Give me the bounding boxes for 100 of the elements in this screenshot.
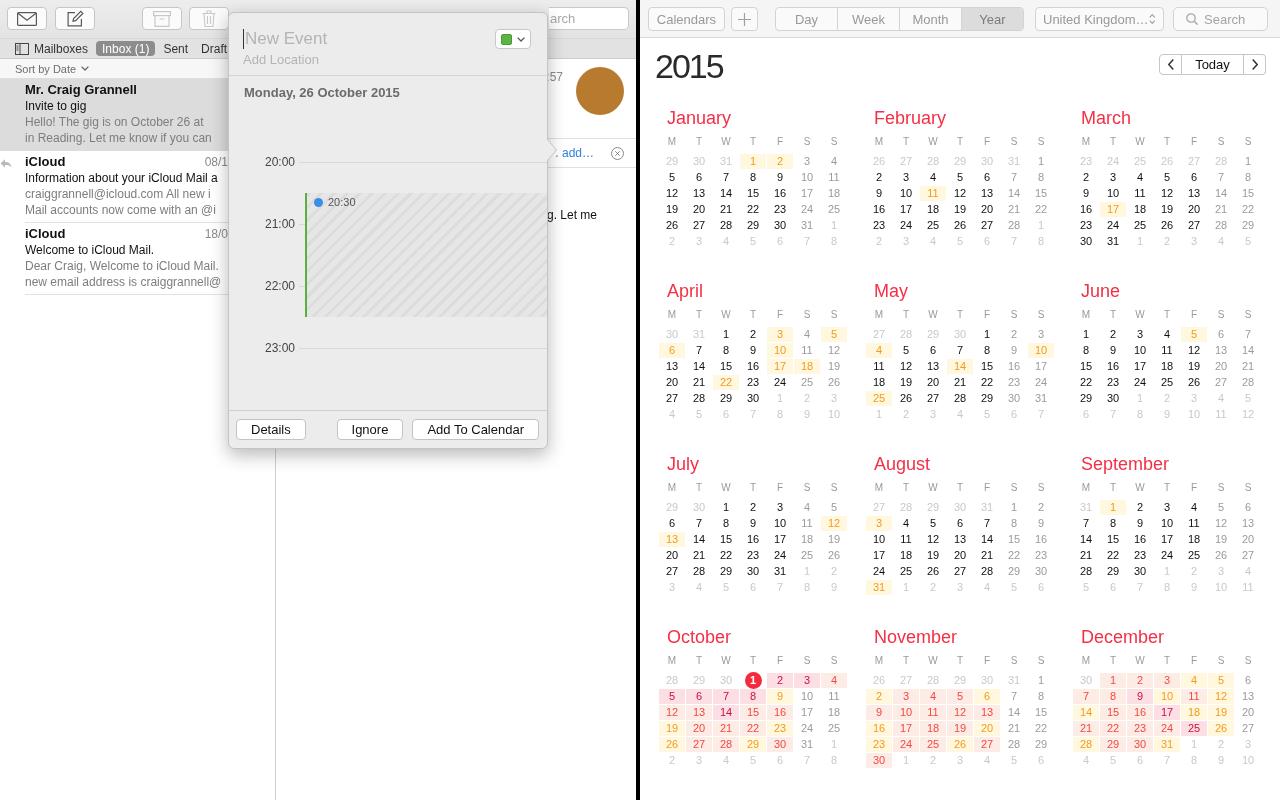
- calendar-day[interactable]: 30: [1073, 234, 1099, 249]
- calendar-day[interactable]: 5: [920, 516, 946, 531]
- calendar-day[interactable]: 25: [1127, 218, 1153, 233]
- calendar-day[interactable]: 10: [1028, 343, 1054, 358]
- calendar-day[interactable]: 6: [1235, 500, 1261, 515]
- mailbox-button[interactable]: Inbox (1): [96, 41, 156, 56]
- calendar-day[interactable]: 31: [767, 564, 793, 579]
- calendar-day[interactable]: 29: [1235, 218, 1261, 233]
- calendar-day[interactable]: 2: [1127, 500, 1153, 515]
- calendar-day[interactable]: 16: [740, 359, 766, 374]
- calendar-day[interactable]: 1: [713, 500, 739, 515]
- region-popup[interactable]: United Kingdom…: [1035, 7, 1164, 31]
- calendar-day[interactable]: 18: [821, 186, 847, 201]
- calendar-day[interactable]: 1: [1028, 673, 1054, 688]
- calendar-day[interactable]: 18: [794, 359, 820, 374]
- calendar-day[interactable]: 20: [1235, 705, 1261, 720]
- calendar-day[interactable]: 14: [713, 186, 739, 201]
- calendar-day[interactable]: 17: [1028, 359, 1054, 374]
- calendar-day[interactable]: 22: [713, 375, 739, 390]
- calendar-day[interactable]: 7: [1235, 327, 1261, 342]
- calendar-day[interactable]: 3: [1154, 500, 1180, 515]
- calendar-day[interactable]: 21: [1208, 202, 1234, 217]
- calendar-day[interactable]: 11: [794, 343, 820, 358]
- calendar-day[interactable]: 7: [1073, 516, 1099, 531]
- calendar-day[interactable]: 15: [713, 532, 739, 547]
- calendar-day[interactable]: 14: [686, 359, 712, 374]
- calendar-day[interactable]: 19: [1208, 705, 1234, 720]
- calendar-day[interactable]: 16: [1001, 359, 1027, 374]
- calendar-day[interactable]: 31: [1100, 234, 1126, 249]
- close-icon[interactable]: [611, 146, 624, 160]
- calendar-day[interactable]: 1: [1073, 327, 1099, 342]
- calendar-day[interactable]: 30: [767, 737, 793, 752]
- calendar-day[interactable]: 21: [974, 548, 1000, 563]
- calendar-day[interactable]: 17: [1100, 202, 1126, 217]
- calendar-day[interactable]: 23: [866, 218, 892, 233]
- calendar-day[interactable]: 18: [821, 705, 847, 720]
- calendar-day[interactable]: 8: [1001, 516, 1027, 531]
- calendar-day[interactable]: 17: [794, 705, 820, 720]
- calendar-day[interactable]: 25: [1181, 721, 1207, 736]
- calendar-day[interactable]: 3: [866, 516, 892, 531]
- calendar-day[interactable]: 1: [974, 327, 1000, 342]
- calendar-day[interactable]: 11: [1127, 186, 1153, 201]
- event-title-field[interactable]: New Event: [243, 29, 465, 49]
- calendar-day[interactable]: 15: [1073, 359, 1099, 374]
- calendar-day[interactable]: 6: [974, 689, 1000, 704]
- calendar-day[interactable]: 18: [866, 375, 892, 390]
- calendar-day[interactable]: 10: [1100, 186, 1126, 201]
- calendar-day[interactable]: 7: [713, 170, 739, 185]
- calendar-day[interactable]: 8: [974, 343, 1000, 358]
- calendar-day[interactable]: 3: [893, 689, 919, 704]
- calendar-day[interactable]: 23: [1127, 548, 1153, 563]
- calendar-day[interactable]: 24: [1100, 218, 1126, 233]
- calendar-day[interactable]: 7: [1073, 689, 1099, 704]
- calendar-day[interactable]: 23: [740, 548, 766, 563]
- calendar-day[interactable]: 15: [1001, 532, 1027, 547]
- calendar-day[interactable]: 26: [947, 737, 973, 752]
- calendar-day[interactable]: 20: [1208, 359, 1234, 374]
- calendar-day[interactable]: 29: [1028, 737, 1054, 752]
- calendar-day[interactable]: 24: [1154, 548, 1180, 563]
- calendar-day[interactable]: 19: [659, 202, 685, 217]
- calendar-day[interactable]: 4: [1154, 327, 1180, 342]
- calendar-day[interactable]: 9: [866, 186, 892, 201]
- calendar-day[interactable]: 8: [1028, 689, 1054, 704]
- calendar-day[interactable]: 3: [893, 170, 919, 185]
- calendar-day[interactable]: 7: [686, 343, 712, 358]
- next-button[interactable]: [1244, 54, 1266, 75]
- calendar-day[interactable]: 5: [659, 170, 685, 185]
- calendar-day[interactable]: 6: [1208, 327, 1234, 342]
- calendar-day[interactable]: 14: [1001, 705, 1027, 720]
- calendar-day[interactable]: 28: [974, 564, 1000, 579]
- calendar-day[interactable]: 22: [1235, 202, 1261, 217]
- location-field[interactable]: Add Location: [243, 52, 443, 68]
- calendar-day[interactable]: 10: [767, 343, 793, 358]
- calendar-day[interactable]: 4: [821, 154, 847, 169]
- calendar-day[interactable]: 30: [740, 391, 766, 406]
- calendar-day[interactable]: 5: [1208, 500, 1234, 515]
- calendar-day[interactable]: 16: [1127, 532, 1153, 547]
- calendar-day[interactable]: 17: [1154, 705, 1180, 720]
- calendar-day[interactable]: 28: [1001, 737, 1027, 752]
- calendar-day[interactable]: 2: [740, 327, 766, 342]
- calendar-day[interactable]: 4: [920, 170, 946, 185]
- calendar-day[interactable]: 20: [1235, 532, 1261, 547]
- calendar-day[interactable]: 27: [659, 391, 685, 406]
- calendar-day[interactable]: 25: [893, 564, 919, 579]
- calendar-day[interactable]: 10: [893, 705, 919, 720]
- calendar-day[interactable]: 4: [920, 689, 946, 704]
- ignore-button[interactable]: Ignore: [336, 419, 404, 440]
- calendar-day[interactable]: 21: [1073, 548, 1099, 563]
- calendar-day[interactable]: 9: [740, 516, 766, 531]
- calendar-day[interactable]: 28: [686, 391, 712, 406]
- calendar-day[interactable]: 22: [1028, 202, 1054, 217]
- calendar-day[interactable]: 9: [1127, 516, 1153, 531]
- calendar-day[interactable]: 30: [1028, 564, 1054, 579]
- calendar-day[interactable]: 12: [1154, 186, 1180, 201]
- calendar-day[interactable]: 22: [1100, 721, 1126, 736]
- calendar-day[interactable]: 27: [920, 391, 946, 406]
- calendar-day[interactable]: 10: [1127, 343, 1153, 358]
- calendar-day[interactable]: 28: [1073, 737, 1099, 752]
- calendar-day[interactable]: 8: [713, 516, 739, 531]
- calendar-day[interactable]: 30: [1100, 391, 1126, 406]
